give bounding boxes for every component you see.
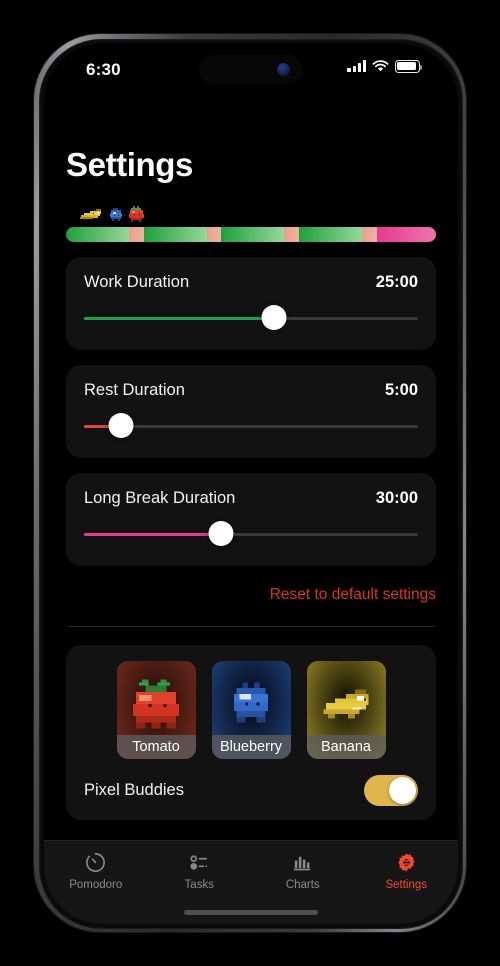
session-segment-work — [66, 227, 129, 242]
setting-label: Work Duration — [84, 273, 190, 291]
session-segment-work — [143, 227, 207, 242]
bar-chart-icon — [291, 850, 314, 874]
card-header: Long Break Duration 30:00 — [84, 489, 418, 508]
buddy-option-tomato[interactable]: Tomato — [116, 661, 196, 759]
session-progress-bar — [66, 227, 436, 242]
home-indicator[interactable] — [184, 910, 318, 915]
long-break-duration-slider[interactable] — [84, 521, 418, 546]
session-buddy-sprites — [78, 202, 145, 222]
slider-track — [84, 424, 418, 428]
buddy-option-label: Blueberry — [211, 735, 291, 759]
rest-duration-slider[interactable] — [84, 413, 418, 438]
buddy-option-banana[interactable]: Banana — [306, 661, 386, 759]
reset-row: Reset to default settings — [66, 586, 436, 604]
setting-label: Rest Duration — [84, 381, 185, 399]
tab-label: Tasks — [184, 879, 214, 891]
session-segment-rest — [206, 227, 222, 242]
session-segment-long-break — [376, 227, 436, 242]
reset-to-default-link[interactable]: Reset to default settings — [270, 586, 436, 603]
buddy-picker-grid: Tomato Blueberry Banana — [80, 661, 422, 759]
status-indicators — [347, 60, 423, 73]
list-icon — [188, 850, 211, 874]
pixel-buddies-row: Pixel Buddies — [80, 759, 422, 820]
slider-thumb[interactable] — [261, 305, 287, 330]
pixel-buddies-label: Pixel Buddies — [84, 781, 184, 799]
session-segment-rest — [128, 227, 144, 242]
tab-label: Charts — [285, 879, 320, 891]
slider-thumb[interactable] — [108, 413, 134, 438]
setting-card-work-duration: Work Duration 25:00 — [66, 257, 436, 350]
setting-card-long-break-duration: Long Break Duration 30:00 — [66, 473, 436, 566]
pixel-buddies-toggle[interactable] — [364, 775, 418, 806]
gear-icon — [395, 850, 418, 874]
settings-content: Settings Work Duration 25:00 Rest Durati… — [44, 146, 458, 820]
tomato-sprite — [133, 679, 179, 729]
tomato-sprite — [129, 206, 144, 222]
blueberry-sprite — [233, 682, 269, 723]
blueberry-sprite — [110, 208, 122, 221]
buddy-option-label: Banana — [306, 735, 386, 759]
slider-fill — [84, 316, 275, 320]
tab-settings[interactable]: Settings — [355, 850, 459, 891]
session-progress — [66, 202, 436, 242]
tab-bar: Pomodoro Tasks Charts Settings — [44, 840, 458, 924]
tab-tasks[interactable]: Tasks — [148, 850, 252, 891]
battery-icon — [395, 60, 423, 73]
tab-pomodoro[interactable]: Pomodoro — [44, 850, 148, 891]
setting-card-rest-duration: Rest Duration 5:00 — [66, 365, 436, 458]
section-divider — [68, 626, 434, 627]
buddy-option-blueberry[interactable]: Blueberry — [211, 661, 291, 759]
session-segment-work — [221, 227, 285, 242]
buddy-picker-card: Tomato Blueberry Banana Pixel Buddies — [66, 645, 436, 820]
slider-fill — [84, 532, 221, 536]
session-segment-work — [299, 227, 363, 242]
blue-indicator-dot-icon — [277, 63, 290, 76]
session-segment-rest — [284, 227, 300, 242]
setting-value: 30:00 — [375, 489, 418, 507]
banana-sprite — [80, 209, 101, 219]
tab-charts[interactable]: Charts — [251, 850, 355, 891]
session-segment-rest — [362, 227, 377, 242]
tab-label: Settings — [385, 879, 428, 891]
timer-icon — [84, 850, 107, 874]
setting-label: Long Break Duration — [84, 489, 236, 507]
banana-sprite — [323, 689, 369, 719]
buddy-option-label: Tomato — [116, 735, 196, 759]
tab-label: Pomodoro — [69, 879, 123, 891]
setting-value: 5:00 — [384, 381, 418, 399]
card-header: Rest Duration 5:00 — [84, 381, 418, 400]
status-time: 6:30 — [86, 60, 121, 79]
page-title: Settings — [66, 146, 193, 183]
work-duration-slider[interactable] — [84, 305, 418, 330]
slider-thumb[interactable] — [208, 521, 234, 546]
screenshot-root: 6:30 Settings Work Duration 25:00 Rest D… — [0, 0, 500, 966]
wifi-icon — [372, 60, 389, 72]
setting-value: 25:00 — [375, 273, 418, 291]
card-header: Work Duration 25:00 — [84, 273, 418, 292]
phone-screen: 6:30 Settings Work Duration 25:00 Rest D… — [44, 44, 458, 924]
status-bar: 6:30 — [44, 44, 458, 98]
cellular-bars-icon — [347, 60, 366, 73]
